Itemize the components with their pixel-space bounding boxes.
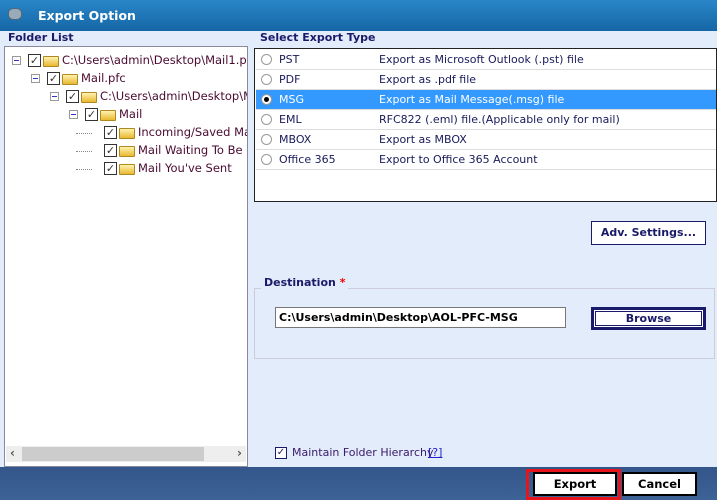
node-checkbox[interactable]: ✓ [47, 72, 60, 85]
collapse-icon[interactable] [31, 74, 40, 83]
maintain-hierarchy-label: Maintain Folder Hierarchy [292, 446, 434, 459]
export-type-row[interactable]: PDF Export as .pdf file [256, 70, 716, 90]
scroll-left-icon[interactable]: ‹ [10, 446, 15, 460]
node-label: Mail You've Sent [138, 161, 232, 175]
node-label: Mail [119, 107, 143, 121]
export-type-name: EML [279, 113, 302, 126]
radio-button[interactable] [261, 74, 272, 85]
cancel-button[interactable]: Cancel [622, 472, 697, 496]
node-checkbox[interactable]: ✓ [28, 54, 41, 67]
adv-settings-button[interactable]: Adv. Settings... [591, 221, 706, 245]
export-type-desc: Export as Microsoft Outlook (.pst) file [379, 53, 584, 66]
export-type-name: PST [279, 53, 300, 66]
export-type-desc: Export as Mail Message(.msg) file [379, 93, 565, 106]
tree-connector [76, 151, 92, 152]
window-title: Export Option [38, 8, 136, 23]
scroll-right-icon[interactable]: › [237, 446, 242, 460]
maintain-hierarchy-checkbox[interactable]: ✓ [275, 447, 287, 459]
tree-connector [76, 169, 92, 170]
export-type-row[interactable]: Office 365 Export to Office 365 Account [256, 150, 716, 170]
folder-icon [100, 110, 116, 121]
node-label: C:\Users\admin\Desktop\Mail1.pfc [62, 53, 248, 67]
node-checkbox[interactable]: ✓ [104, 126, 117, 139]
browse-button[interactable]: Browse [591, 307, 706, 330]
export-type-row[interactable]: MBOX Export as MBOX [256, 130, 716, 150]
export-button[interactable]: Export [533, 472, 617, 496]
destination-path-input[interactable] [275, 307, 566, 328]
help-link[interactable]: [?] [428, 446, 442, 459]
radio-button[interactable] [261, 134, 272, 145]
export-type-name: Office 365 [279, 153, 336, 166]
export-type-row[interactable]: PST Export as Microsoft Outlook (.pst) fi… [256, 50, 716, 70]
title-bar: Export Option [0, 0, 717, 31]
tree-connector [76, 133, 92, 134]
node-checkbox[interactable]: ✓ [104, 144, 117, 157]
node-checkbox[interactable]: ✓ [85, 108, 98, 121]
radio-button[interactable] [261, 54, 272, 65]
node-label: Mail Waiting To Be S [138, 143, 248, 157]
export-type-label: Select Export Type [260, 31, 376, 44]
export-type-name: MBOX [279, 133, 312, 146]
collapse-icon[interactable] [12, 56, 21, 65]
folder-icon [119, 128, 135, 139]
required-mark: * [339, 276, 346, 289]
export-type-list: PST Export as Microsoft Outlook (.pst) fi… [254, 48, 717, 202]
export-type-name: PDF [279, 73, 301, 86]
pst-file-icon [62, 74, 78, 85]
export-type-desc: Export as .pdf file [379, 73, 477, 86]
collapse-icon[interactable] [69, 110, 78, 119]
radio-button[interactable] [261, 154, 272, 165]
collapse-icon[interactable] [50, 92, 59, 101]
export-type-desc: Export as MBOX [379, 133, 467, 146]
export-type-row[interactable]: EML RFC822 (.eml) file.(Applicable only f… [256, 110, 716, 130]
folder-icon [119, 146, 135, 157]
folder-tree[interactable]: ✓ C:\Users\admin\Desktop\Mail1.pfc ✓ Mail.p… [4, 46, 248, 467]
folder-icon [81, 92, 97, 103]
node-checkbox[interactable]: ✓ [66, 90, 79, 103]
radio-button[interactable] [261, 94, 272, 105]
horizontal-scrollbar[interactable]: ‹ › [6, 446, 246, 462]
node-label: C:\Users\admin\Desktop\M [100, 89, 248, 103]
destination-label-text: Destination [264, 276, 336, 289]
footer-bar: Export Cancel [0, 467, 717, 500]
folder-list-label: Folder List [8, 31, 74, 44]
folder-icon [119, 164, 135, 175]
browse-label: Browse [595, 311, 702, 326]
scroll-thumb[interactable] [22, 447, 204, 461]
radio-button[interactable] [261, 114, 272, 125]
node-label: Incoming/Saved Mai [138, 125, 248, 139]
app-icon [8, 8, 22, 20]
export-type-desc: RFC822 (.eml) file.(Applicable only for … [379, 113, 620, 126]
node-checkbox[interactable]: ✓ [104, 162, 117, 175]
export-type-row[interactable]: MSG Export as Mail Message(.msg) file [256, 90, 716, 110]
destination-label: Destination * [261, 276, 349, 289]
export-type-desc: Export to Office 365 Account [379, 153, 538, 166]
export-type-name: MSG [279, 93, 304, 106]
node-label: Mail.pfc [81, 71, 126, 85]
folder-open-icon [43, 56, 59, 67]
